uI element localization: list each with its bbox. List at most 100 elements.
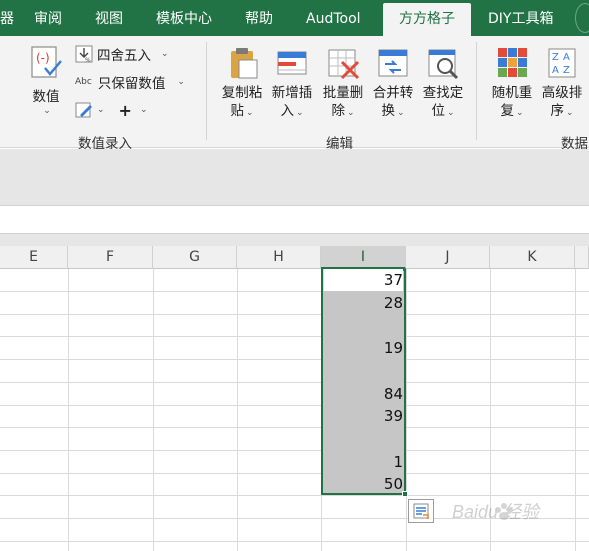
tab-diy-toolbox[interactable]: DIY工具箱	[488, 0, 553, 36]
chevron-down-icon[interactable]: ⌄	[97, 105, 105, 115]
tab-scroll-icon[interactable]	[575, 3, 589, 33]
column-header-partial[interactable]	[575, 246, 589, 269]
insert-row-icon	[275, 46, 309, 80]
grid-line	[0, 291, 589, 292]
chevron-down-icon: ⌄	[43, 106, 51, 116]
merge-convert-line1: 合并转	[372, 85, 414, 101]
cell-i8[interactable]	[323, 428, 403, 450]
advanced-sort-line1: 高级排	[541, 85, 583, 101]
value-button-label: 数值	[32, 89, 60, 105]
random-repeat-line2: 复	[500, 103, 514, 119]
magnifier-icon	[426, 46, 460, 80]
merge-convert-button[interactable]: 合并转 换 ⌄	[368, 46, 418, 122]
value-button[interactable]: (-) 数值 ⌄	[26, 46, 66, 116]
copy-paste-button[interactable]: 复制粘 贴 ⌄	[217, 46, 267, 122]
small-tools-row: ⌄ + ⌄	[75, 98, 148, 122]
tab-template-center[interactable]: 模板中心	[156, 0, 212, 36]
keep-values-button[interactable]: Abc 只保留数值 ⌄	[75, 70, 185, 94]
grid-line	[237, 269, 238, 551]
text-abc-icon: Abc	[75, 77, 92, 87]
tab-partial[interactable]: 器	[0, 0, 14, 36]
quick-analysis-button[interactable]	[408, 499, 434, 523]
cell-i5[interactable]	[323, 360, 403, 382]
column-header-j[interactable]: J	[406, 246, 490, 269]
cell-i1[interactable]: 37	[323, 269, 403, 291]
chevron-down-icon: ⌄	[245, 108, 254, 118]
group-separator	[476, 42, 477, 140]
batch-delete-line2: 除	[331, 103, 345, 119]
chevron-down-icon: ⌄	[396, 108, 405, 118]
group-separator	[206, 42, 207, 140]
column-header-k[interactable]: K	[490, 246, 575, 269]
chevron-down-icon[interactable]: ⌄	[140, 105, 148, 115]
quick-analysis-icon	[413, 503, 429, 519]
insert-line2: 入	[280, 103, 294, 119]
formula-bar[interactable]	[0, 205, 589, 234]
copy-paste-line1: 复制粘	[221, 85, 263, 101]
cell-i9[interactable]: 1	[323, 451, 403, 473]
watermark-text: Baidu 经验	[452, 502, 540, 522]
insert-line1: 新增插	[271, 85, 313, 101]
header-gap	[0, 234, 589, 246]
keep-values-label: 只保留数值	[97, 76, 166, 92]
tab-view[interactable]: 视图	[95, 0, 123, 36]
svg-text:Z: Z	[563, 65, 570, 76]
plus-button[interactable]: +	[119, 101, 132, 120]
tab-audtool[interactable]: AudTool	[306, 0, 361, 36]
column-header-h[interactable]: H	[237, 246, 321, 269]
copy-paste-line2: 贴	[230, 103, 244, 119]
column-header-i[interactable]: I	[321, 246, 406, 269]
chevron-down-icon: ⌄	[295, 108, 304, 118]
tab-fangfang[interactable]: 方方格子	[383, 3, 471, 36]
fill-handle[interactable]	[402, 491, 408, 497]
delete-table-icon	[326, 46, 360, 80]
ribbon: (-) 数值 ⌄ % 四舍五入 ⌄ Abc 只保留数值 ⌄ ⌄ + ⌄ 数值录入…	[0, 36, 589, 152]
find-locate-line2: 位	[431, 103, 445, 119]
random-repeat-line1: 随机重	[491, 85, 533, 101]
cell-i10[interactable]: 50	[323, 473, 403, 495]
svg-text:A: A	[563, 52, 570, 63]
cell-i7[interactable]: 39	[323, 405, 403, 427]
grid-line	[0, 336, 589, 337]
tab-help[interactable]: 帮助	[245, 0, 273, 36]
cell-i6[interactable]: 84	[323, 383, 403, 405]
cell-i4[interactable]: 19	[323, 337, 403, 359]
svg-text:(-): (-)	[36, 51, 50, 65]
grid-line	[0, 359, 589, 360]
clipboard-icon	[225, 46, 259, 80]
ribbon-tab-strip: 器 审阅 视图 模板中心 帮助 AudTool 方方格子 DIY工具箱	[0, 0, 589, 36]
find-locate-line1: 查找定	[422, 85, 464, 101]
svg-text:%: %	[85, 57, 91, 63]
grid-line	[0, 382, 589, 383]
advanced-sort-button[interactable]: ZAAZ 高级排 序 ⌄	[537, 46, 587, 122]
advanced-sort-line2: 序	[550, 103, 564, 119]
column-header-e[interactable]: E	[0, 246, 68, 269]
column-header-f[interactable]: F	[68, 246, 153, 269]
merge-convert-icon	[376, 46, 410, 80]
round-button[interactable]: % 四舍五入 ⌄	[75, 42, 169, 66]
chevron-down-icon: ⌄	[177, 77, 185, 87]
round-label: 四舍五入	[97, 48, 151, 64]
grid-line	[0, 450, 589, 451]
random-repeat-button[interactable]: 随机重 复 ⌄	[487, 46, 537, 122]
grid-line	[153, 269, 154, 551]
grid-line	[0, 473, 589, 474]
pencil-icon[interactable]	[75, 101, 95, 119]
chevron-down-icon: ⌄	[346, 108, 355, 118]
baidu-watermark: Baidu 经验	[452, 490, 582, 530]
chevron-down-icon: ⌄	[515, 108, 524, 118]
toolbar-gap-area	[0, 149, 589, 205]
round-icon: %	[75, 45, 93, 64]
column-header-g[interactable]: G	[153, 246, 237, 269]
insert-button[interactable]: 新增插 入 ⌄	[267, 46, 317, 122]
grid-line	[0, 427, 589, 428]
cell-i3[interactable]	[323, 314, 403, 336]
cell-i2[interactable]: 28	[323, 292, 403, 314]
chevron-down-icon: ⌄	[161, 49, 169, 59]
merge-convert-line2: 换	[381, 103, 395, 119]
batch-delete-button[interactable]: 批量删 除 ⌄	[318, 46, 368, 122]
chevron-down-icon: ⌄	[446, 108, 455, 118]
tab-review[interactable]: 审阅	[34, 0, 62, 36]
find-locate-button[interactable]: 查找定 位 ⌄	[418, 46, 468, 122]
grid-line	[0, 405, 589, 406]
